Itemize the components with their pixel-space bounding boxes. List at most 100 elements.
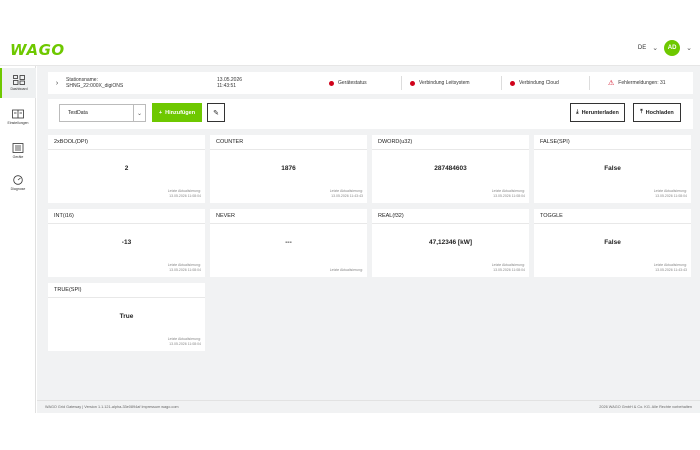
station-name: SHNG_22:000X_digiONS	[66, 83, 124, 89]
sidebar-item-diagnose[interactable]: Diagnose	[0, 168, 36, 198]
card-value: True	[119, 313, 134, 320]
card-title: 2xBOOL(DPI)	[48, 135, 205, 150]
language-selector[interactable]: DE	[638, 45, 646, 51]
device-status[interactable]: Gerätestatus	[321, 76, 401, 90]
add-button[interactable]: + Hinzufügen	[152, 103, 202, 122]
wago-logo[interactable]: WAGO	[10, 41, 65, 59]
station-info-bar: › Stationsname: SHNG_22:000X_digiONS 13.…	[48, 72, 693, 94]
chevron-down-icon[interactable]: ⌄	[133, 105, 145, 121]
sidebar-item-label: Dashboard	[10, 87, 28, 91]
footer-right: 2026 WAGO GmbH & Co. KG. Alle Rechte vor…	[599, 405, 692, 409]
edit-button[interactable]: ✎	[207, 103, 225, 122]
control-connection-status[interactable]: Verbindung Leitsystem	[401, 76, 501, 90]
sidebar-item-devices[interactable]: Geräte	[0, 136, 36, 166]
dataset-select[interactable]: TestData ⌄	[59, 104, 146, 122]
chevron-down-icon[interactable]: ⌄	[686, 44, 692, 52]
top-header: WAGO DE ⌄ AD ⌄	[0, 0, 700, 66]
card-title: NEVER	[210, 209, 367, 224]
sidebar: Dashboard Einstellungen Geräte Diagnose	[0, 66, 36, 413]
card-updated: Letzte Aktualisierung: 13.05.2026 11:08:…	[654, 189, 687, 199]
warning-icon: ⚠	[608, 80, 615, 87]
sidebar-item-dashboard[interactable]: Dashboard	[0, 68, 36, 98]
card-updated-time: 13.05.2026 11:08:04	[169, 268, 201, 272]
page-footer: WAGO Grid Gateway | Version 1.1.121-alph…	[37, 400, 700, 413]
card-updated-time: 13.05.2026 11:08:04	[169, 194, 201, 198]
datapoint-card[interactable]: INT(i16) -13 Letzte Aktualisierung: 13.0…	[48, 209, 205, 277]
plus-icon: +	[158, 109, 163, 116]
card-updated: Letzte Aktualisierung: 13.05.2026 11:43:…	[330, 189, 363, 199]
card-value: -13	[121, 239, 132, 246]
error-messages-label: Fehlermeldungen: 31	[618, 80, 666, 86]
card-value: False	[604, 165, 621, 172]
card-value: 287484603	[434, 165, 467, 172]
upload-button[interactable]: ⤒ Hochladen	[633, 103, 681, 122]
sidebar-item-label: Einstellungen	[7, 121, 29, 125]
station-datetime: 13.05.2026 11:43:51	[211, 77, 321, 89]
datapoint-card[interactable]: DWORD(u32) 287484603 Letzte Aktualisieru…	[372, 135, 529, 203]
card-updated: Letzte Aktualisierung: 13.05.2026 11:08:…	[168, 337, 201, 347]
card-title: TRUE(SPI)	[48, 283, 205, 298]
sidebar-item-settings[interactable]: Einstellungen	[0, 102, 36, 132]
upload-button-label: Hochladen	[645, 109, 674, 116]
device-status-label: Gerätestatus	[338, 80, 367, 86]
toolbar: TestData ⌄ + Hinzufügen ✎ ⤓ Herunterlade…	[48, 99, 693, 129]
dashboard-icon	[13, 75, 25, 85]
sidebar-item-label: Diagnose	[10, 187, 26, 191]
card-value: ---	[285, 239, 292, 246]
cloud-connection-status[interactable]: Verbindung Cloud	[501, 76, 589, 90]
card-updated-time: 13.05.2026 11:43:43	[655, 268, 687, 272]
settings-icon	[12, 109, 24, 119]
control-connection-label: Verbindung Leitsystem	[419, 80, 470, 86]
datapoint-card[interactable]: COUNTER 1876 Letzte Aktualisierung: 13.0…	[210, 135, 367, 203]
diagnose-icon	[13, 175, 23, 185]
card-title: DWORD(u32)	[372, 135, 529, 150]
card-updated-label: Letzte Aktualisierung:	[329, 268, 363, 272]
card-updated: Letzte Aktualisierung: 13.05.2026 11:08:…	[492, 189, 525, 199]
pencil-icon: ✎	[213, 109, 219, 117]
datapoint-card[interactable]: REAL(f32) 47,12346 [kW] Letzte Aktualisi…	[372, 209, 529, 277]
card-updated-time: 13.05.2026 11:43:43	[331, 194, 363, 198]
station-time: 11:43:51	[217, 83, 237, 89]
datapoint-card[interactable]: 2xBOOL(DPI) 2 Letzte Aktualisierung: 13.…	[48, 135, 205, 203]
sidebar-item-label: Geräte	[12, 155, 24, 159]
card-updated: Letzte Aktualisierung: 13.05.2026 11:08:…	[168, 189, 201, 199]
card-updated-time: 13.05.2026 11:08:04	[493, 268, 525, 272]
main-content: › Stationsname: SHNG_22:000X_digiONS 13.…	[37, 66, 700, 413]
device-icon	[12, 143, 24, 153]
chevron-right-icon[interactable]: ›	[48, 80, 66, 87]
datapoint-card[interactable]: TRUE(SPI) True Letzte Aktualisierung: 13…	[48, 283, 205, 351]
download-icon: ⤓	[576, 109, 579, 115]
card-value: 1876	[281, 165, 296, 172]
card-updated: Letzte Aktualisierung: 13.05.2026 11:08:…	[492, 263, 525, 273]
card-updated-time: 13.05.2026 11:08:04	[655, 194, 687, 198]
logo-text: WAGO	[10, 41, 65, 59]
card-value: 2	[124, 165, 129, 172]
datapoint-card[interactable]: TOGGLE False Letzte Aktualisierung: 13.0…	[534, 209, 691, 277]
download-button-label: Herunterladen	[581, 109, 619, 116]
datapoint-card[interactable]: FALSE(SPI) False Letzte Aktualisierung: …	[534, 135, 691, 203]
dataset-select-value: TestData	[68, 110, 88, 116]
footer-left[interactable]: WAGO Grid Gateway | Version 1.1.121-alph…	[45, 405, 179, 409]
cloud-connection-label: Verbindung Cloud	[519, 80, 559, 86]
card-value: 47,12346 [kW]	[429, 239, 472, 246]
card-updated: Letzte Aktualisierung: 13.05.2026 11:43:…	[654, 263, 687, 273]
card-title: FALSE(SPI)	[534, 135, 691, 150]
upload-icon: ⤒	[640, 109, 643, 115]
header-controls: DE ⌄ AD ⌄	[638, 40, 692, 56]
download-button[interactable]: ⤓ Herunterladen	[570, 103, 625, 122]
station-info: Stationsname: SHNG_22:000X_digiONS	[66, 77, 211, 89]
avatar[interactable]: AD	[664, 40, 681, 56]
card-updated: Letzte Aktualisierung:	[330, 268, 363, 273]
card-updated-time: 13.05.2026 11:08:04	[169, 342, 201, 346]
card-updated: Letzte Aktualisierung: 13.05.2026 11:08:…	[168, 263, 201, 273]
card-title: REAL(f32)	[372, 209, 529, 224]
chevron-down-icon[interactable]: ⌄	[652, 44, 658, 52]
card-title: INT(i16)	[48, 209, 205, 224]
add-button-label: Hinzufügen	[165, 109, 196, 116]
status-dot-icon	[329, 80, 334, 86]
card-title: TOGGLE	[534, 209, 691, 224]
datapoint-card[interactable]: NEVER --- Letzte Aktualisierung:	[210, 209, 367, 277]
error-messages[interactable]: ⚠ Fehlermeldungen: 31	[589, 76, 685, 90]
status-dot-icon	[510, 80, 515, 86]
card-value: False	[604, 239, 621, 246]
